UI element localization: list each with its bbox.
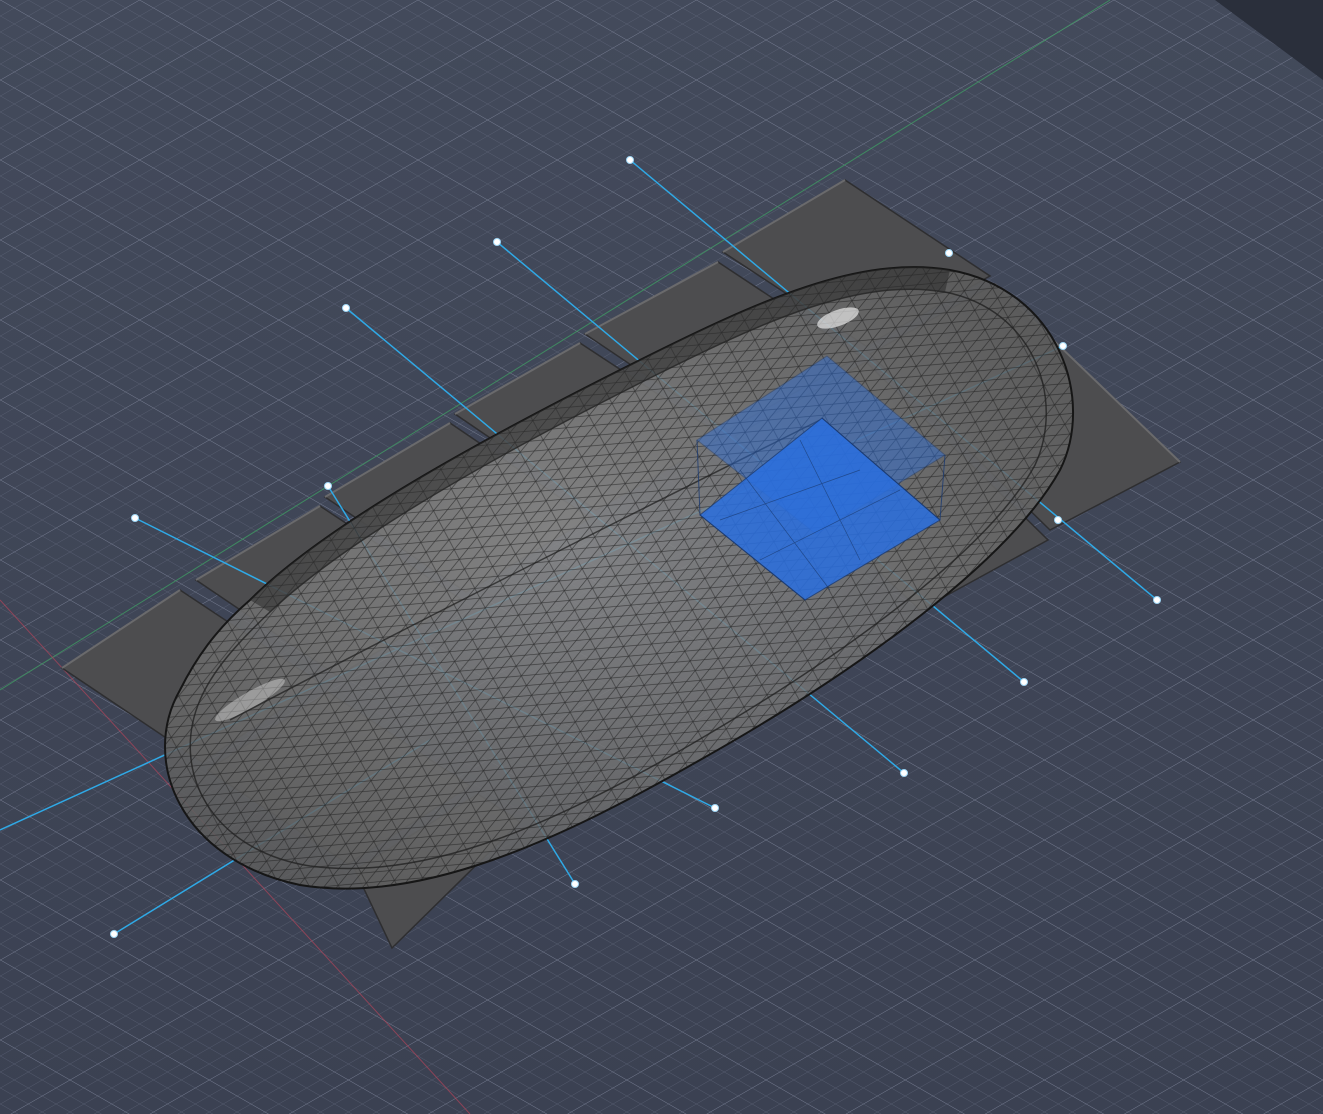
scene-canvas[interactable] — [0, 0, 1323, 1114]
grip-point[interactable] — [131, 514, 139, 522]
grip-point[interactable] — [342, 304, 350, 312]
grip-point[interactable] — [110, 930, 118, 938]
grip-point[interactable] — [1054, 516, 1062, 524]
grip-point[interactable] — [900, 769, 908, 777]
grip-point[interactable] — [571, 880, 579, 888]
grip-point[interactable] — [493, 238, 501, 246]
grip-point[interactable] — [945, 249, 953, 257]
grip-point[interactable] — [1153, 596, 1161, 604]
grip-point[interactable] — [324, 482, 332, 490]
grip-point[interactable] — [626, 156, 634, 164]
grip-point[interactable] — [1059, 342, 1067, 350]
3d-viewport[interactable] — [0, 0, 1323, 1114]
grip-point[interactable] — [711, 804, 719, 812]
grip-point[interactable] — [1020, 678, 1028, 686]
